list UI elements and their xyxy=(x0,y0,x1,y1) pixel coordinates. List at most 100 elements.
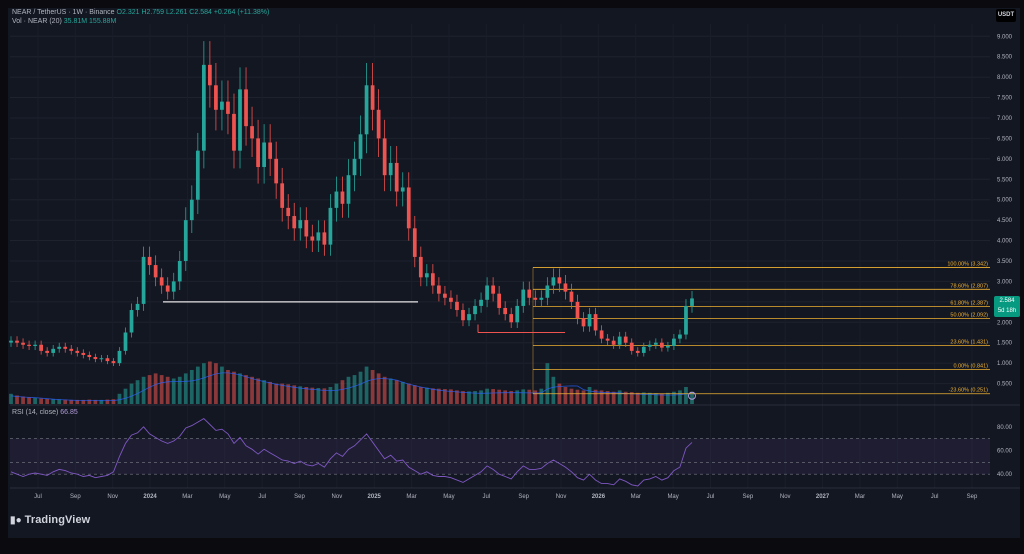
candle-body xyxy=(635,350,640,353)
trend-lines[interactable] xyxy=(163,301,565,333)
candle-body xyxy=(63,346,68,349)
candle-body xyxy=(39,344,44,351)
time-tick-label: May xyxy=(219,494,230,500)
candle-body xyxy=(292,216,297,229)
volume-bar xyxy=(39,398,44,404)
volume-bar xyxy=(226,370,230,404)
candle-body xyxy=(563,283,568,292)
time-tick-label: Mar xyxy=(182,494,192,500)
rsi-legend[interactable]: RSI (14, close) 66.85 xyxy=(12,409,78,416)
candle-body xyxy=(430,273,435,286)
fib-level-label: 61.80% (2.387) xyxy=(950,300,988,306)
currency-button[interactable]: USDT xyxy=(996,9,1016,22)
candle-body xyxy=(605,338,610,341)
candle-body xyxy=(509,314,514,323)
candle-body xyxy=(141,256,146,304)
volume-bar xyxy=(45,398,50,404)
candle-body xyxy=(135,303,140,311)
time-tick-label: Sep xyxy=(518,494,529,500)
candle-body xyxy=(406,187,411,229)
volume-bar xyxy=(328,387,333,404)
volume-bar xyxy=(370,370,375,404)
fib-level-label: 78.60% (2.807) xyxy=(950,283,988,289)
candle-body xyxy=(195,150,200,200)
candle-body xyxy=(153,265,158,278)
fib-level-label: 50.00% (2.092) xyxy=(950,313,988,319)
candle-body xyxy=(521,289,526,306)
time-tick-label: Jul xyxy=(34,494,42,500)
price-tick-label: 2.000 xyxy=(997,320,1013,326)
candle-body xyxy=(485,285,489,300)
candle-body xyxy=(623,336,628,343)
candle-body xyxy=(473,305,477,315)
time-tick-label: Mar xyxy=(406,494,416,500)
time-axis[interactable]: Jul Sep Nov 2024 Mar May Jul Sep Nov 2025 Mar May Ju… xyxy=(34,494,978,500)
time-tick-label: Sep xyxy=(742,494,753,500)
candle-body xyxy=(298,220,303,229)
candle-body xyxy=(388,162,393,176)
candle-body xyxy=(539,297,544,300)
volume-bar xyxy=(497,389,502,404)
volume-bar xyxy=(455,390,459,404)
candle-body xyxy=(129,310,134,333)
volume-bar xyxy=(201,363,206,404)
time-tick-label: 2027 xyxy=(816,494,830,500)
volume-bar xyxy=(304,387,309,404)
volume-bar xyxy=(117,393,122,404)
price-axis[interactable]: 9.000 8.500 8.000 7.500 7.000 6.500 6.000 5.500… xyxy=(997,34,1013,387)
volume-bar xyxy=(208,361,212,404)
volume-bar xyxy=(298,386,303,404)
volume-title[interactable]: Vol · NEAR (20) xyxy=(12,18,62,25)
candle-body xyxy=(352,158,357,176)
volume-bar xyxy=(418,387,423,404)
chart-canvas[interactable]: 100.00% (3.342) 78.60% (2.807) 61.80% (2.3… xyxy=(0,0,1024,554)
volume-bar xyxy=(539,388,544,404)
candle-body xyxy=(449,297,453,302)
volume-bar xyxy=(214,363,218,404)
time-tick-label: Jul xyxy=(931,494,939,500)
tradingview-logo[interactable]: ▮● TradingView xyxy=(10,514,90,526)
candle-body xyxy=(400,187,405,192)
price-tick-label: 8.500 xyxy=(997,55,1013,61)
price-tick-label: 1.500 xyxy=(997,341,1013,347)
candle-body xyxy=(69,348,74,351)
rsi-title[interactable]: RSI (14, close) xyxy=(12,409,58,416)
candles xyxy=(9,41,694,366)
candle-body xyxy=(593,314,598,331)
candle-body xyxy=(641,346,646,353)
rsi-tick-label: 80.00 xyxy=(997,425,1013,431)
candle-body xyxy=(304,220,309,237)
volume-bar xyxy=(533,390,538,404)
volume-bar xyxy=(189,370,194,404)
volume-bar xyxy=(250,376,254,404)
candle-body xyxy=(575,301,580,319)
symbol-legend[interactable]: NEAR / TetherUS · 1W · Binance O2.321 H2… xyxy=(12,9,269,16)
price-tick-label: 0.500 xyxy=(997,382,1013,388)
time-tick-label: Sep xyxy=(70,494,81,500)
candle-body xyxy=(647,344,652,347)
time-tick-label: 2024 xyxy=(143,494,157,500)
candle-body xyxy=(370,85,375,110)
candle-body xyxy=(177,260,182,282)
price-tick-label: 5.500 xyxy=(997,177,1013,183)
candle-body xyxy=(147,256,152,266)
fib-level-label: 100.00% (3.342) xyxy=(947,261,988,267)
volume-legend[interactable]: Vol · NEAR (20) 35.81M 155.88M xyxy=(12,18,116,25)
volume-bar xyxy=(491,389,495,404)
symbol-title[interactable]: NEAR / TetherUS · 1W · Binance xyxy=(12,9,115,16)
price-tick-label: 4.000 xyxy=(997,239,1013,245)
time-tick-label: Sep xyxy=(294,494,305,500)
volume-bar xyxy=(388,378,393,404)
candle-body xyxy=(57,346,62,349)
candle-body xyxy=(274,158,279,184)
candle-body xyxy=(238,89,242,151)
rsi-tick-label: 60.00 xyxy=(997,449,1013,455)
volume-bar xyxy=(27,397,31,404)
bar-countdown: 5d 18h xyxy=(997,308,1017,314)
volume-bar xyxy=(340,380,345,404)
volume-bar xyxy=(111,399,116,404)
time-tick-label: Nov xyxy=(556,494,567,500)
candle-body xyxy=(81,352,86,355)
brand-name: TradingView xyxy=(24,514,91,526)
candle-body xyxy=(268,142,273,159)
